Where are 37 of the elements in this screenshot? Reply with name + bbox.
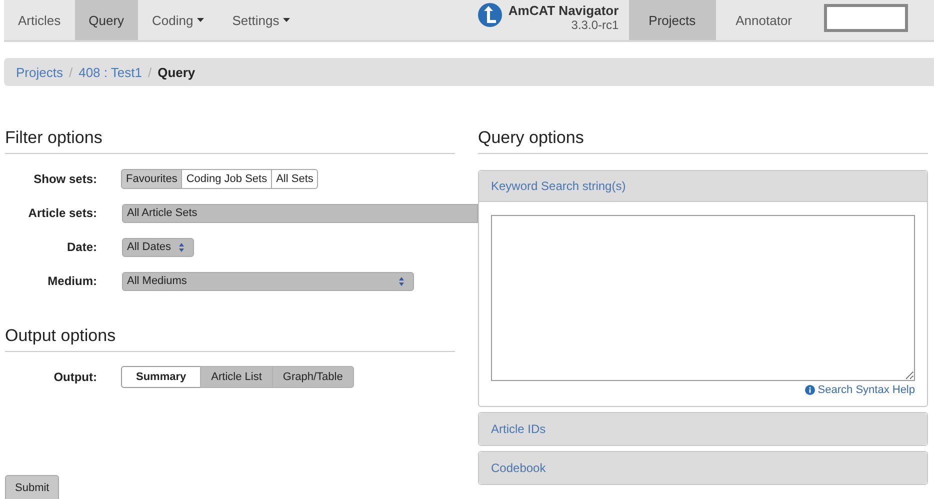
info-icon [804,385,815,395]
breadcrumb-current: Query [158,64,196,80]
toggle-option[interactable]: Coding Job Sets [181,169,272,189]
logo-icon [478,3,502,27]
toggle-option[interactable]: Summary [121,366,202,388]
submit-button[interactable]: Submit [5,475,60,499]
nav-tab[interactable]: Query [74,0,138,40]
nav-tab[interactable]: Settings [218,0,304,40]
search-field[interactable] [824,4,908,32]
toggle-option[interactable]: Graph/Table [272,366,354,388]
field-label: Medium: [46,274,97,288]
caret-icon [197,18,204,22]
field-label: Date: [66,240,97,254]
field-label: Show sets: [32,172,97,186]
version-label: 3.3.0-rc1 [570,18,619,32]
section-heading: Query options [478,128,928,154]
select-field[interactable]: All Article Sets [122,204,478,222]
up-down-icon [399,276,404,286]
up-down-icon [179,242,184,252]
section-heading: Filter options [5,128,455,154]
help-link[interactable]: Search Syntax Help [818,384,915,396]
field-label: Article sets: [27,206,97,220]
breadcrumb-separator: / [148,64,152,80]
select-field[interactable]: All Dates [122,238,194,256]
nav-tab[interactable]: Projects [628,0,716,40]
toggle-option[interactable]: All Sets [271,169,318,189]
nav-tab[interactable]: Annotator [716,0,812,40]
nav-tab[interactable]: Coding [138,0,218,40]
toggle-option[interactable]: Article List [200,366,273,388]
select-field[interactable]: All Mediums [122,272,414,290]
nav-tab[interactable]: Articles [4,0,75,40]
section-heading: Output options [5,326,455,352]
app-title: AmCAT Navigator [508,3,619,18]
breadcrumb-separator: / [68,64,73,80]
toggle-option[interactable]: Favourites [121,169,182,189]
caret-icon [283,18,290,22]
field-label: Output: [52,370,97,384]
